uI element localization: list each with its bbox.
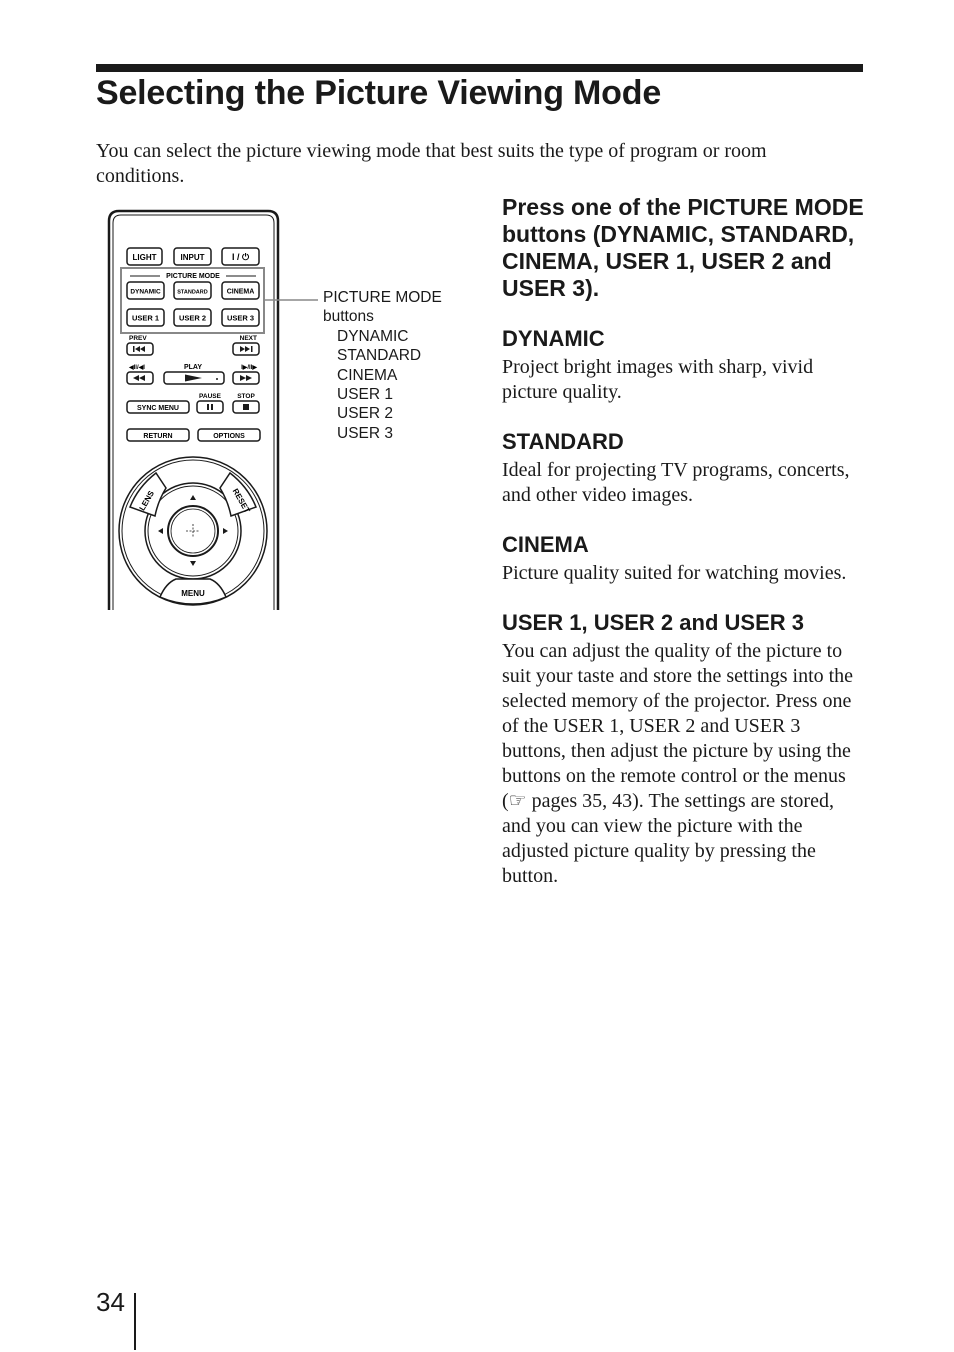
forward-label: I▶/II▶ xyxy=(241,364,257,371)
callout-item: CINEMA xyxy=(337,366,398,384)
page-reference-icon: ☞ xyxy=(508,790,527,812)
svg-text:OPTIONS: OPTIONS xyxy=(213,433,245,440)
stop-button[interactable] xyxy=(232,400,260,414)
section-body: Ideal for projecting TV programs, concer… xyxy=(502,459,850,506)
forward-button[interactable] xyxy=(232,371,260,385)
svg-text:USER 3: USER 3 xyxy=(227,314,254,323)
svg-text:LIGHT: LIGHT xyxy=(133,253,157,262)
svg-text:USER 2: USER 2 xyxy=(179,314,206,323)
callout-item: STANDARD xyxy=(337,347,422,365)
play-button[interactable] xyxy=(163,371,225,385)
rewind-label: ◀II/◀I xyxy=(128,364,145,371)
section-user-modes: USER 1, USER 2 and USER 3 You can adjust… xyxy=(502,610,867,889)
user2-button[interactable]: USER 2 xyxy=(173,308,212,327)
section-standard: STANDARD Ideal for projecting TV program… xyxy=(502,429,867,508)
callout-item: DYNAMIC xyxy=(337,327,409,345)
body-text-before-ref: You can adjust the quality of the pictur… xyxy=(502,640,854,812)
section-heading: DYNAMIC xyxy=(502,326,605,351)
prev-button[interactable] xyxy=(126,342,154,356)
svg-text:DYNAMIC: DYNAMIC xyxy=(130,289,161,296)
svg-text:STANDARD: STANDARD xyxy=(177,290,207,296)
next-label: NEXT xyxy=(240,335,257,342)
section-body: Project bright images with sharp, vivid … xyxy=(502,356,814,403)
picture-mode-callout: PICTURE MODE buttons DYNAMIC STANDARD CI… xyxy=(323,288,442,443)
section-body: Picture quality suited for watching movi… xyxy=(502,562,847,584)
dynamic-button[interactable]: DYNAMIC xyxy=(126,281,165,300)
callout-item: USER 1 xyxy=(337,386,393,404)
standard-button[interactable]: STANDARD xyxy=(173,281,212,300)
prev-label: PREV xyxy=(129,335,147,342)
callout-subtitle: buttons xyxy=(323,308,374,326)
menu-button[interactable]: MENU xyxy=(159,578,227,605)
instructions-column: Press one of the PICTURE MODE buttons (D… xyxy=(502,194,867,889)
svg-text:INPUT: INPUT xyxy=(181,253,205,262)
section-heading: USER 1, USER 2 and USER 3 xyxy=(502,610,804,635)
section-dynamic: DYNAMIC Project bright images with sharp… xyxy=(502,326,867,405)
intro-paragraph: You can select the picture viewing mode … xyxy=(96,140,767,187)
power-button[interactable]: I / ⏻ xyxy=(221,247,260,266)
return-button[interactable]: RETURN xyxy=(126,428,190,442)
svg-text:RETURN: RETURN xyxy=(143,433,172,440)
callout-item: USER 2 xyxy=(337,405,393,423)
next-button[interactable] xyxy=(232,342,260,356)
svg-text:MENU: MENU xyxy=(181,589,205,598)
page-title: Selecting the Picture Viewing Mode xyxy=(96,74,662,112)
stop-label: STOP xyxy=(237,393,255,400)
svg-text:USER 1: USER 1 xyxy=(132,314,159,323)
section-cinema: CINEMA Picture quality suited for watchi… xyxy=(502,532,867,586)
step-instruction: Press one of the PICTURE MODE buttons (D… xyxy=(502,194,864,301)
light-button[interactable]: LIGHT xyxy=(126,247,163,266)
title-rule xyxy=(96,64,863,72)
section-body: You can adjust the quality of the pictur… xyxy=(502,639,867,889)
section-heading: STANDARD xyxy=(502,429,624,454)
picture-mode-label: PICTURE MODE xyxy=(166,273,220,280)
user1-button[interactable]: USER 1 xyxy=(126,308,165,327)
callout-title: PICTURE MODE xyxy=(323,289,442,306)
svg-text:I / ⏻: I / ⏻ xyxy=(232,252,250,262)
input-button[interactable]: INPUT xyxy=(173,247,212,266)
page-number: 34 xyxy=(96,1287,125,1317)
enter-button[interactable] xyxy=(167,505,219,557)
svg-text:SYNC MENU: SYNC MENU xyxy=(137,405,179,412)
options-button[interactable]: OPTIONS xyxy=(197,428,261,442)
rewind-button[interactable] xyxy=(126,371,154,385)
user3-button[interactable]: USER 3 xyxy=(221,308,260,327)
pause-button[interactable] xyxy=(196,400,224,414)
cinema-button[interactable]: CINEMA xyxy=(221,281,260,300)
sync-menu-button[interactable]: SYNC MENU xyxy=(126,400,190,414)
callout-item: USER 3 xyxy=(337,424,393,442)
body-text-after-ref: pages 35, 43). The settings are stored, … xyxy=(502,790,834,887)
svg-text:CINEMA: CINEMA xyxy=(227,289,255,296)
page-margin-bar xyxy=(134,1293,136,1350)
section-heading: CINEMA xyxy=(502,532,589,557)
pause-label: PAUSE xyxy=(199,393,222,400)
play-label: PLAY xyxy=(184,364,202,371)
